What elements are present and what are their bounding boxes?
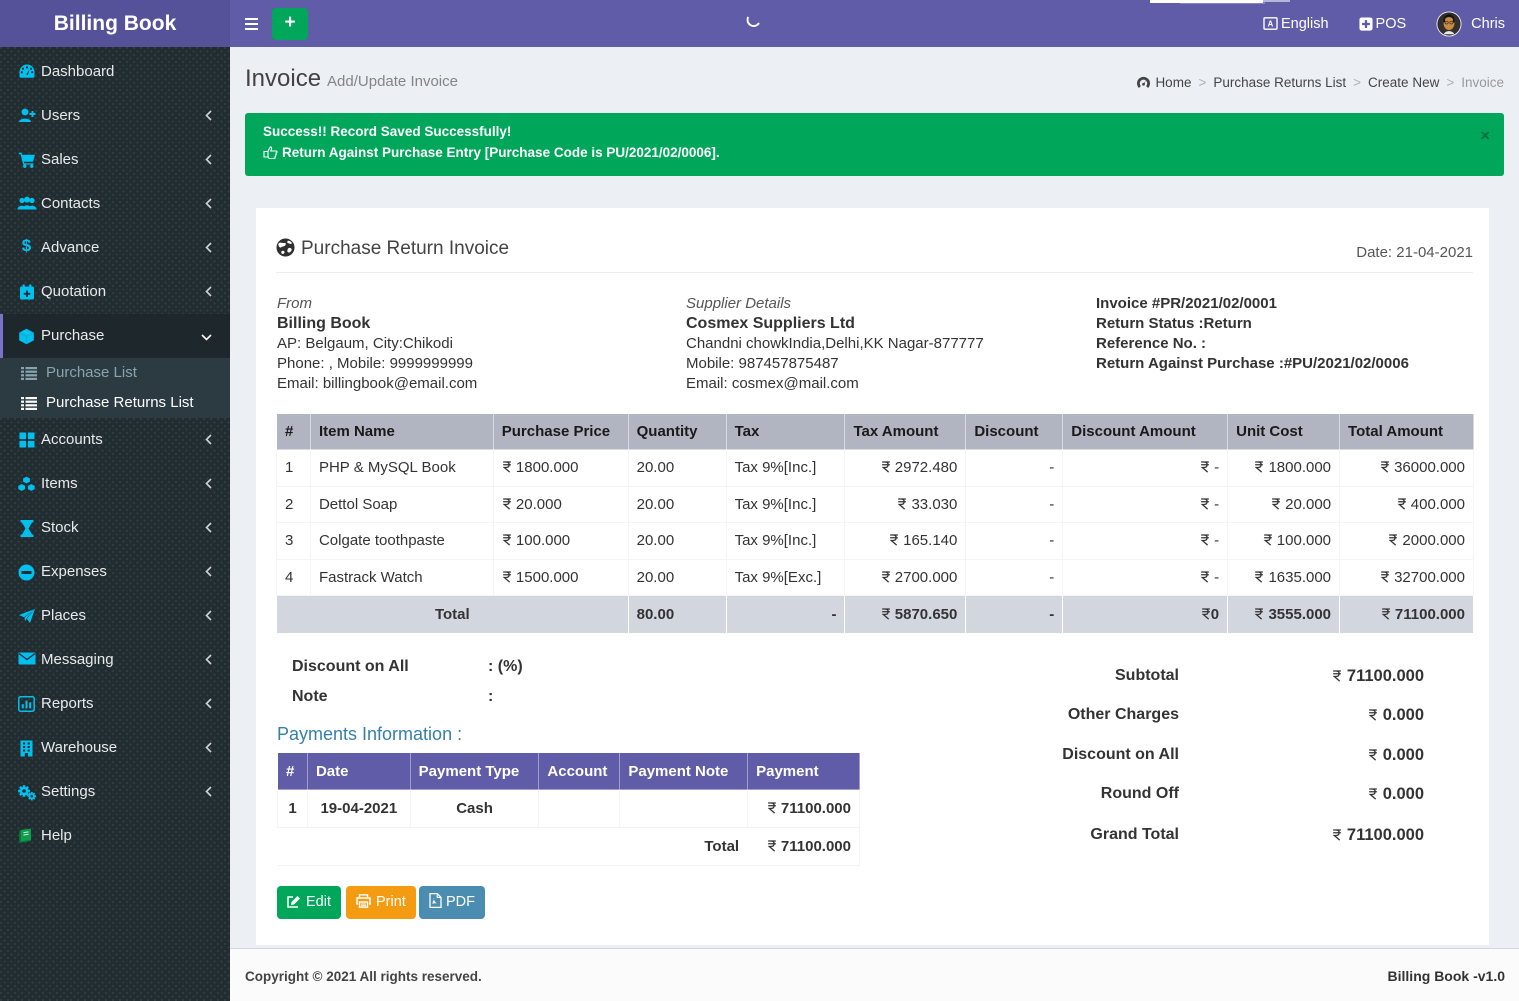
- svg-text:A: A: [1268, 20, 1274, 29]
